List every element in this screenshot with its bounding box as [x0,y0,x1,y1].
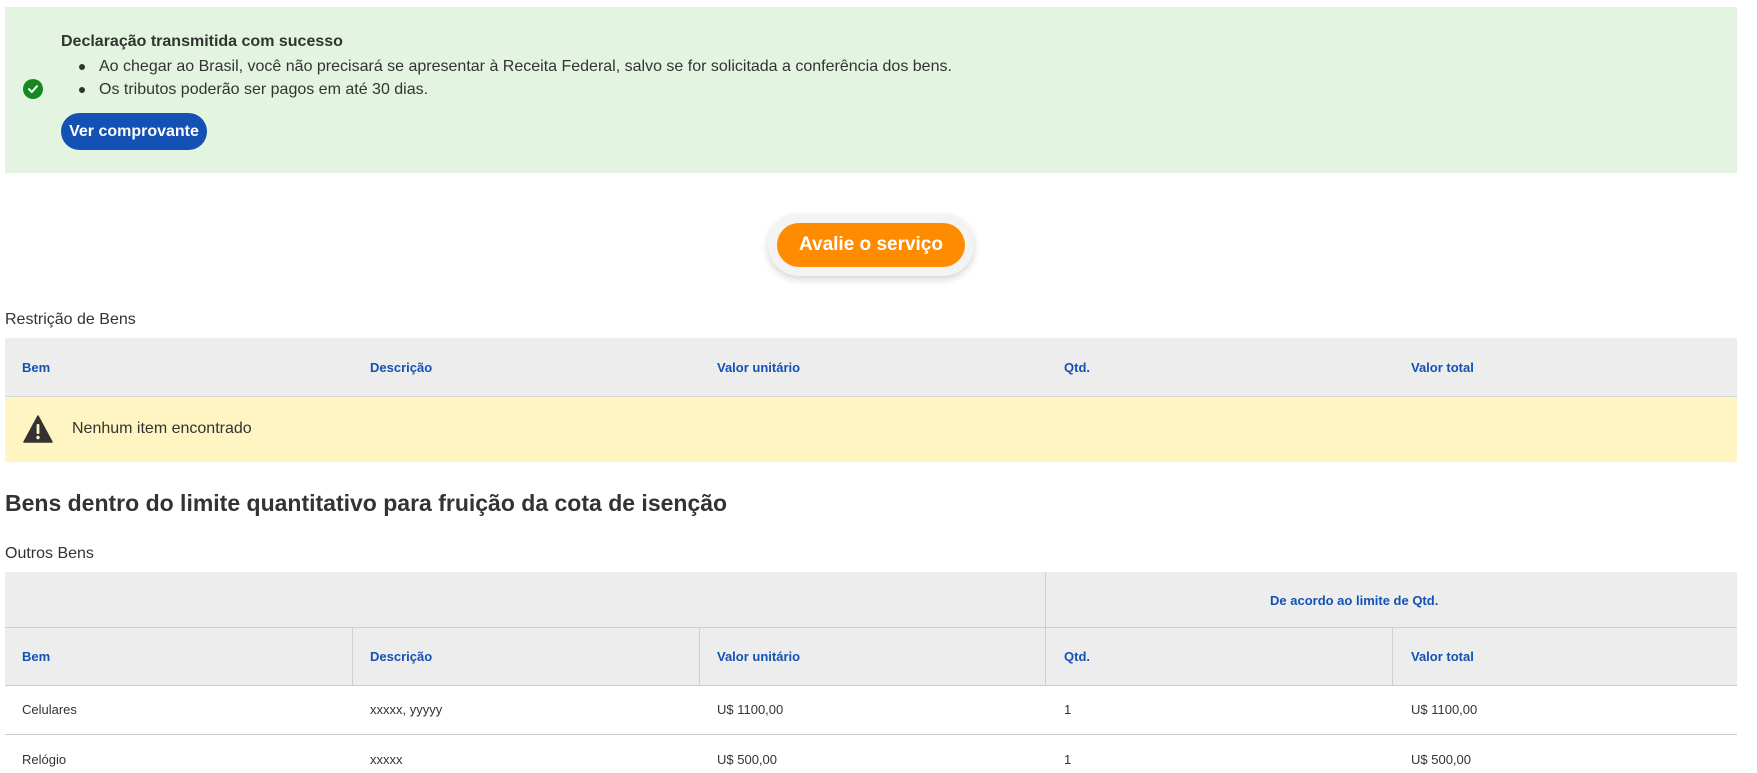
header-divider [5,627,1737,628]
cell-qtd: 1 [1064,752,1072,767]
column-header-valor-total[interactable]: Valor total [1411,649,1474,664]
ver-comprovante-button[interactable]: Ver comprovante [61,113,207,150]
cell-valor-unitario: U$ 500,00 [717,752,777,767]
restricao-table-header: Bem Descrição Valor unitário Qtd. Valor … [5,338,1737,396]
row-divider [5,734,1737,735]
cell-descricao: xxxxx, yyyyy [370,702,443,717]
cell-bem: Celulares [22,702,77,717]
rate-service-container: Avalie o serviço [768,214,974,276]
column-header-bem[interactable]: Bem [22,360,50,375]
column-divider [1392,628,1393,685]
rate-service-button[interactable]: Avalie o serviço [777,223,965,267]
column-header-descricao[interactable]: Descrição [370,649,432,664]
restricao-title: Restrição de Bens [5,311,136,328]
column-divider [1045,572,1046,685]
column-header-valor-total[interactable]: Valor total [1411,360,1474,375]
outros-bens-title: Outros Bens [5,545,94,562]
warning-icon [23,415,53,443]
cota-heading: Bens dentro do limite quantitativo para … [5,490,728,516]
column-divider [699,628,700,685]
column-header-descricao[interactable]: Descrição [370,360,432,375]
column-header-valor-unitario[interactable]: Valor unitário [717,360,800,375]
cell-descricao: xxxxx [370,752,403,767]
cell-valor-total: U$ 1100,00 [1411,702,1478,717]
success-title: Declaração transmitida com sucesso [61,33,343,50]
column-header-valor-unitario[interactable]: Valor unitário [717,649,800,664]
cell-bem: Relógio [22,752,67,767]
cell-qtd: 1 [1064,702,1072,717]
cell-valor-total: U$ 500,00 [1411,752,1471,767]
success-message-item: Ao chegar ao Brasil, você não precisará … [61,55,952,78]
column-header-qtd[interactable]: Qtd. [1064,649,1090,664]
cell-valor-unitario: U$ 1100,00 [717,702,784,717]
outros-bens-table-header: De acordo ao limite de Qtd. Bem Descriçã… [5,572,1737,685]
column-divider [352,628,353,685]
success-message-list: Ao chegar ao Brasil, você não precisará … [61,55,952,101]
empty-state-message: Nenhum item encontrado [72,420,252,437]
group-header-limite-qtd: De acordo ao limite de Qtd. [1270,593,1439,608]
row-divider [5,685,1737,686]
column-header-bem[interactable]: Bem [22,649,50,664]
empty-state-row: Nenhum item encontrado [5,396,1737,462]
check-circle-icon [23,79,43,99]
column-header-qtd[interactable]: Qtd. [1064,360,1090,375]
success-alert: Declaração transmitida com sucesso Ao ch… [5,7,1737,173]
success-message-item: Os tributos poderão ser pagos em até 30 … [61,78,952,101]
